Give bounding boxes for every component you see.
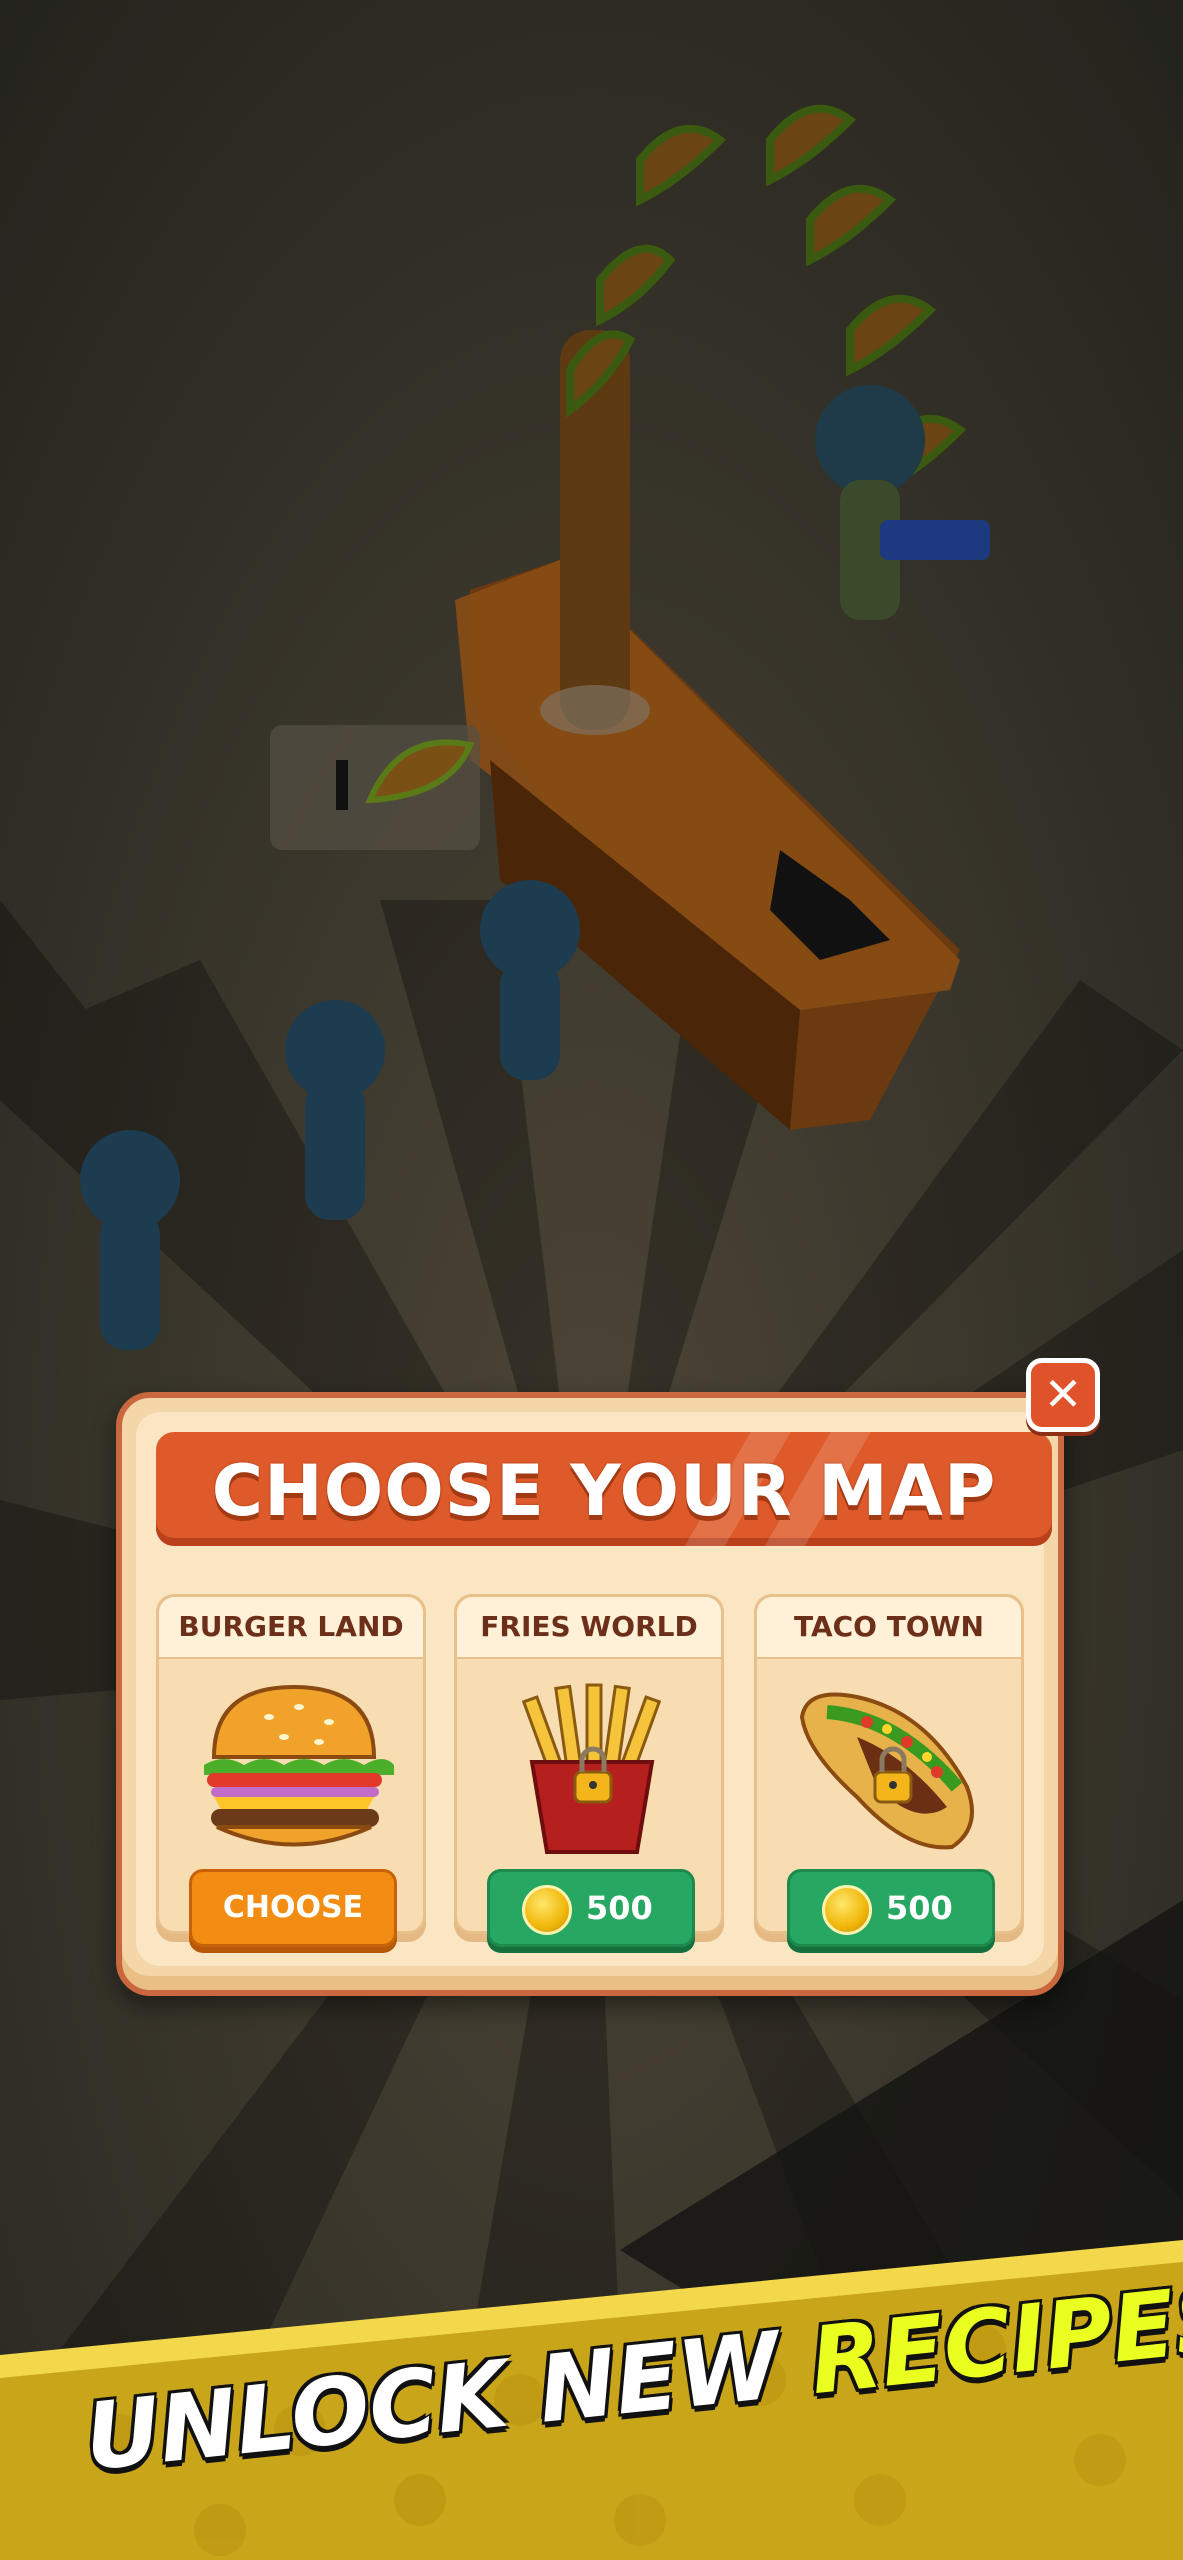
coin-icon xyxy=(522,1885,572,1935)
order-bubble xyxy=(270,725,480,850)
fries-icon xyxy=(521,1683,662,1854)
choose-button[interactable]: CHOOSE xyxy=(189,1869,397,1947)
choose-map-dialog: CHOOSE YOUR MAP BURGER LAND CHOOSE FRIES… xyxy=(116,1392,1064,1996)
price-value: 500 xyxy=(586,1889,653,1927)
taco-icon xyxy=(799,1692,974,1850)
buy-taco-town-button[interactable]: 500 xyxy=(787,1869,995,1947)
close-button[interactable]: ✕ xyxy=(1026,1358,1100,1432)
dialog-body: CHOOSE YOUR MAP BURGER LAND CHOOSE FRIES… xyxy=(136,1412,1052,1966)
map-name: BURGER LAND xyxy=(159,1597,423,1659)
map-card-taco-town[interactable]: TACO TOWN 500 xyxy=(754,1594,1024,1947)
title-banner: CHOOSE YOUR MAP xyxy=(156,1432,1052,1546)
game-scene-background xyxy=(0,0,1183,2560)
coin-icon xyxy=(822,1885,872,1935)
close-icon: ✕ xyxy=(1043,1367,1083,1421)
map-card-fries-world[interactable]: FRIES WORLD 500 xyxy=(454,1594,724,1947)
map-card-burger-land[interactable]: BURGER LAND CHOOSE xyxy=(156,1594,426,1947)
burger-icon xyxy=(204,1684,394,1847)
map-name: TACO TOWN xyxy=(757,1597,1021,1659)
map-name: FRIES WORLD xyxy=(457,1597,721,1659)
dialog-title: CHOOSE YOUR MAP xyxy=(211,1450,997,1532)
buy-fries-world-button[interactable]: 500 xyxy=(487,1869,695,1947)
price-value: 500 xyxy=(886,1889,953,1927)
